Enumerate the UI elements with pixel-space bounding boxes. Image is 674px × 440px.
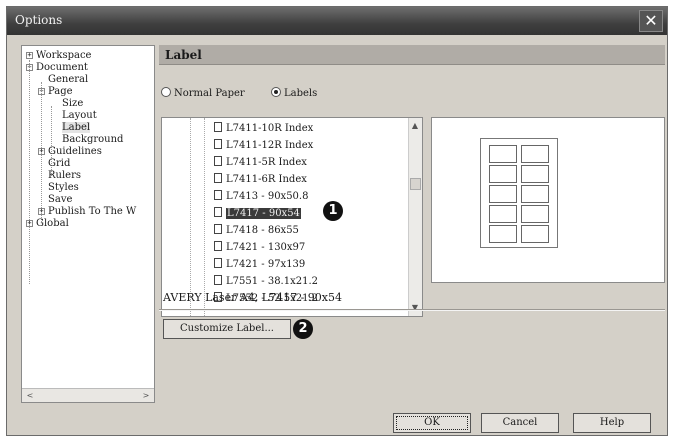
label-sheet-preview	[480, 138, 558, 248]
tree-item-label[interactable]: Label	[62, 122, 91, 133]
list-item[interactable]: L7411-5R Index	[214, 156, 307, 169]
label-template-icon	[214, 156, 222, 166]
tree-item-save[interactable]: Save	[48, 194, 72, 205]
list-item[interactable]: L7421 - 97x139	[214, 258, 305, 271]
tree-item-guidelines[interactable]: + Guidelines	[38, 146, 102, 157]
tree-connector	[190, 118, 191, 316]
help-button[interactable]: Help	[573, 413, 651, 433]
label-cell	[489, 225, 517, 243]
label-template-icon	[214, 224, 222, 234]
label-template-icon	[214, 241, 222, 251]
collapse-icon[interactable]: −	[26, 64, 33, 71]
close-button[interactable]: ✕	[639, 10, 663, 32]
callout-marker-1: 1	[323, 201, 343, 221]
label-cell	[521, 165, 549, 183]
tree-item-layout[interactable]: Layout	[62, 110, 97, 121]
options-dialog: Options ✕ + Workspace − Document General −…	[6, 6, 668, 436]
list-item[interactable]: L7413 - 90x50.8	[214, 190, 308, 203]
panel-header: Label	[159, 45, 665, 65]
window-title: Options	[15, 13, 63, 27]
tree-item-size[interactable]: Size	[62, 98, 83, 109]
normal-paper-radio[interactable]: Normal Paper	[161, 87, 245, 99]
labels-radio[interactable]: Labels	[271, 87, 317, 99]
label-template-icon	[214, 173, 222, 183]
cancel-button[interactable]: Cancel	[481, 413, 559, 433]
collapse-icon[interactable]: −	[38, 88, 45, 95]
radio-icon[interactable]	[161, 87, 171, 97]
scrollbar-thumb[interactable]	[410, 178, 421, 190]
label-cell	[489, 165, 517, 183]
expand-icon[interactable]: +	[26, 220, 33, 227]
list-vertical-scrollbar[interactable]: ▲ ▼	[408, 118, 422, 316]
options-tree: + Workspace − Document General − Page Size …	[21, 45, 155, 403]
label-cell	[489, 205, 517, 223]
expand-icon[interactable]: +	[38, 208, 45, 215]
list-item[interactable]: L7421 - 130x97	[214, 241, 305, 254]
label-cell	[489, 145, 517, 163]
label-template-icon	[214, 258, 222, 268]
scroll-right-icon[interactable]: >	[140, 390, 152, 401]
label-template-icon	[214, 122, 222, 132]
tree-item-grid[interactable]: Grid	[48, 158, 70, 169]
label-template-icon	[214, 207, 222, 217]
label-template-icon	[214, 139, 222, 149]
list-item[interactable]: L7418 - 86x55	[214, 224, 299, 237]
tree-item-styles[interactable]: Styles	[48, 182, 79, 193]
panel-title: Label	[165, 48, 202, 62]
tree-connector	[29, 60, 30, 284]
label-cell	[521, 145, 549, 163]
title-bar[interactable]: Options ✕	[7, 7, 667, 35]
tree-item-global[interactable]: + Global	[26, 218, 69, 229]
tree-item-general[interactable]: General	[48, 74, 88, 85]
tree-connector	[204, 118, 205, 316]
scroll-down-icon[interactable]: ▼	[409, 302, 421, 313]
expand-icon[interactable]: +	[26, 52, 33, 59]
label-preview	[431, 117, 665, 283]
label-cell	[521, 205, 549, 223]
list-item[interactable]: L7551 - 38.1x21.2	[214, 275, 318, 288]
label-panel: Label Normal Paper Labels L7411-10R Inde…	[159, 45, 665, 403]
tree-item-document[interactable]: − Document	[26, 62, 88, 73]
list-item[interactable]: L7411-6R Index	[214, 173, 307, 186]
close-icon: ✕	[644, 11, 658, 30]
tree-item-workspace[interactable]: + Workspace	[26, 50, 91, 61]
callout-marker-2: 2	[293, 319, 313, 339]
divider	[159, 309, 665, 311]
customize-label-button[interactable]: Customize Label...	[163, 319, 291, 339]
label-cell	[521, 225, 549, 243]
label-type-list[interactable]: L7411-10R Index L7411-12R Index L7411-5R I…	[161, 117, 423, 317]
tree-item-background[interactable]: Background	[62, 134, 123, 145]
list-item[interactable]: L7417 - 90x54	[214, 207, 301, 220]
radio-selected-icon[interactable]	[271, 87, 281, 97]
label-cell	[521, 185, 549, 203]
scroll-up-icon[interactable]: ▲	[409, 120, 421, 131]
label-template-icon	[214, 190, 222, 200]
tree-horizontal-scrollbar[interactable]: < >	[22, 388, 154, 402]
ok-button[interactable]: OK	[393, 413, 471, 433]
selected-label-description: AVERY Laser A4, L7417 - 90x54	[163, 291, 342, 304]
expand-icon[interactable]: +	[38, 148, 45, 155]
label-template-icon	[214, 275, 222, 285]
list-item[interactable]: L7411-10R Index	[214, 122, 313, 135]
list-item[interactable]: L7411-12R Index	[214, 139, 313, 152]
label-cell	[489, 185, 517, 203]
tree-item-publish[interactable]: + Publish To The W	[38, 206, 136, 217]
tree-item-page[interactable]: − Page	[38, 86, 73, 97]
scroll-left-icon[interactable]: <	[24, 390, 36, 401]
tree-item-rulers[interactable]: Rulers	[48, 170, 81, 181]
